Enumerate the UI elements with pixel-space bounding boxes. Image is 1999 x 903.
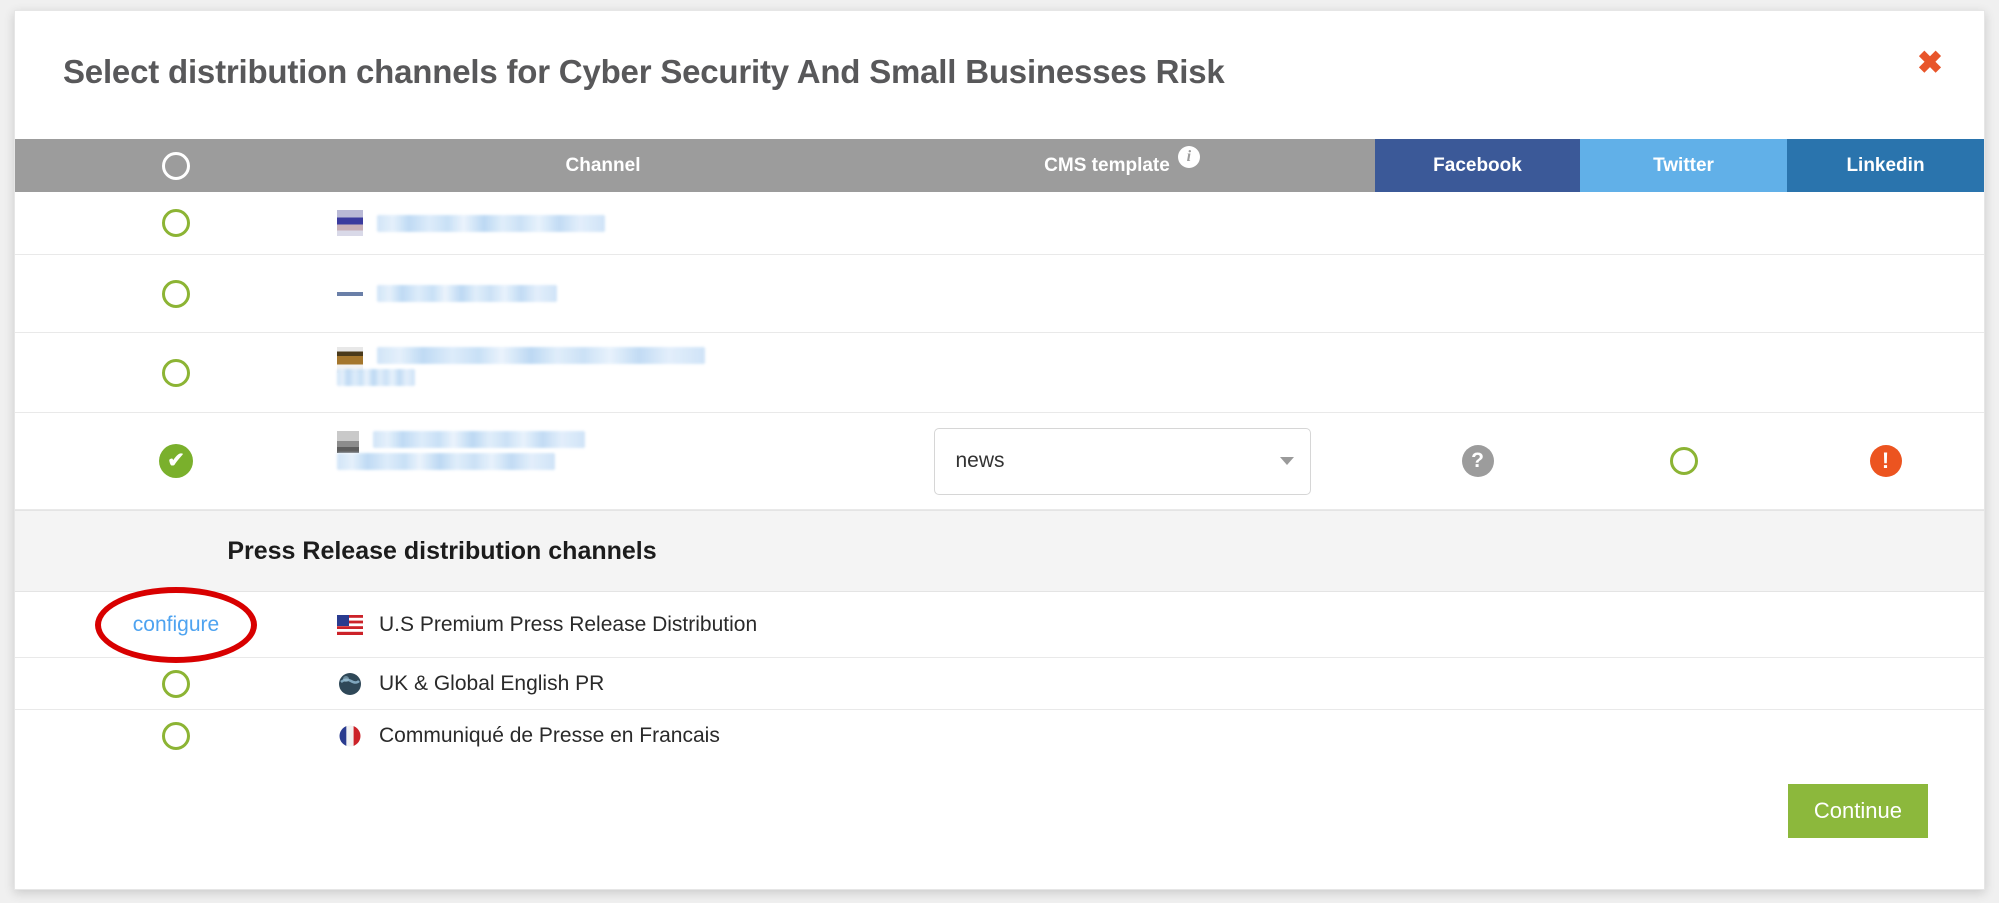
cms-template-value: news	[955, 449, 1005, 472]
channel-cell	[337, 192, 869, 254]
twitter-status-cell	[1580, 192, 1787, 254]
pr-channel-cell: Communiqué de Presse en Francais	[337, 710, 1437, 762]
facebook-status-cell	[1375, 255, 1580, 332]
row-select-cell	[15, 255, 337, 332]
linkedin-status-cell	[1787, 255, 1984, 332]
table-row[interactable]	[15, 192, 1984, 255]
column-header-cms-template: CMS template i	[869, 139, 1375, 192]
row-select-cell	[15, 192, 337, 254]
row-select-cell	[15, 710, 337, 762]
row-select-cell	[15, 658, 337, 709]
row-radio[interactable]	[162, 669, 190, 698]
redacted-channel-url	[377, 285, 557, 302]
close-icon[interactable]: ✖	[1912, 46, 1948, 82]
linkedin-status-cell	[1787, 192, 1984, 254]
distribution-channels-modal: Select distribution channels for Cyber S…	[14, 10, 1985, 890]
pr-channel-label: U.S Premium Press Release Distribution	[379, 612, 758, 636]
linkedin-status-alert-icon[interactable]: !	[1869, 445, 1902, 477]
chevron-down-icon	[1279, 457, 1294, 465]
pr-channel-cell: U.S Premium Press Release Distribution	[337, 592, 1437, 657]
facebook-status-cell: ?	[1375, 413, 1580, 509]
list-item[interactable]: UK & Global English PR	[15, 658, 1984, 710]
facebook-status-question-icon[interactable]: ?	[1461, 445, 1494, 477]
modal-footer: Continue	[15, 762, 1984, 860]
info-icon[interactable]: i	[1177, 145, 1200, 168]
select-all-radio[interactable]	[162, 151, 190, 180]
pr-channel-label: Communiqué de Presse en Francais	[379, 724, 720, 747]
globe-icon	[337, 671, 363, 697]
channel-cell	[337, 413, 869, 509]
redacted-channel-url	[337, 431, 585, 470]
row-radio[interactable]	[162, 279, 190, 308]
section-title: Press Release distribution channels	[227, 536, 657, 565]
column-header-channel: Channel	[565, 154, 641, 176]
row-select-cell: ✔	[15, 413, 337, 509]
twitter-status-cell	[1580, 413, 1787, 509]
channel-favicon-icon	[337, 285, 363, 302]
us-flag-icon	[337, 612, 363, 638]
redacted-channel-url	[337, 347, 705, 386]
row-select-cell	[15, 333, 337, 412]
twitter-status-radio[interactable]	[1669, 447, 1698, 475]
facebook-status-cell	[1375, 192, 1580, 254]
channel-favicon-icon	[337, 210, 363, 236]
linkedin-status-cell	[1787, 333, 1984, 412]
table-row[interactable]	[15, 333, 1984, 413]
channel-cell	[337, 333, 869, 412]
list-item[interactable]: Communiqué de Presse en Francais	[15, 710, 1984, 762]
cms-template-cell	[869, 255, 1375, 332]
channel-cell	[337, 255, 869, 332]
cms-template-label: CMS template	[1044, 154, 1170, 176]
fr-flag-icon	[337, 723, 363, 749]
column-header-linkedin[interactable]: Linkedin	[1787, 139, 1984, 192]
pr-channel-label: UK & Global English PR	[379, 671, 605, 695]
column-header-select-all	[15, 139, 337, 192]
table-header-row: Channel CMS template i Facebook Twitter …	[15, 139, 1984, 192]
list-item[interactable]: configure U.S Premium Press Release Dist…	[15, 586, 1984, 663]
redacted-channel-url	[377, 214, 605, 232]
column-header-twitter[interactable]: Twitter	[1580, 139, 1787, 192]
page-title: Select distribution channels for Cyber S…	[63, 53, 1225, 90]
channels-table-body: ✔ news ? ! Press Release distribution ch…	[15, 192, 1984, 762]
facebook-status-cell	[1375, 333, 1580, 412]
cms-template-cell: news	[869, 413, 1375, 509]
cms-template-cell	[869, 333, 1375, 412]
row-radio[interactable]	[162, 358, 190, 387]
table-row[interactable]	[15, 255, 1984, 333]
linkedin-status-cell: !	[1787, 413, 1984, 509]
cms-template-select[interactable]: news	[933, 427, 1311, 495]
twitter-status-cell	[1580, 333, 1787, 412]
continue-button[interactable]: Continue	[1787, 784, 1928, 838]
channel-favicon-icon	[337, 431, 359, 453]
cms-template-cell	[869, 192, 1375, 254]
table-row-selected[interactable]: ✔ news ? !	[15, 413, 1984, 510]
row-radio-checked[interactable]: ✔	[159, 444, 193, 478]
pr-channel-cell: UK & Global English PR	[337, 658, 1437, 709]
row-radio[interactable]	[162, 722, 190, 750]
configure-cell: configure	[15, 586, 337, 663]
press-release-section-header: Press Release distribution channels	[15, 510, 1984, 592]
column-header-facebook[interactable]: Facebook	[1375, 139, 1580, 192]
modal-header: Select distribution channels for Cyber S…	[15, 11, 1984, 139]
row-radio[interactable]	[162, 209, 190, 237]
configure-link[interactable]: configure	[133, 613, 219, 637]
twitter-status-cell	[1580, 255, 1787, 332]
